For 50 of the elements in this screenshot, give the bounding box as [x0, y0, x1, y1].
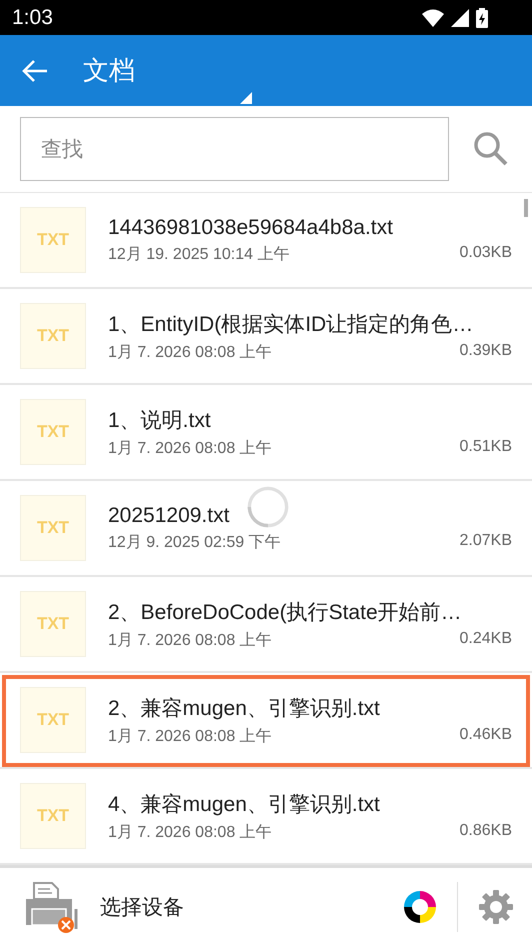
- file-row[interactable]: TXT 1、说明.txt 1月 7. 2026 08:08 上午 0.51KB: [0, 385, 532, 481]
- file-row[interactable]: TXT 14436981038e59684a4b8a.txt 12月 19. 2025 10:14 上午 0.03KB: [0, 193, 532, 289]
- txt-file-icon: TXT: [20, 399, 86, 465]
- file-date: 12月 19. 2025 10:14 上午: [108, 244, 290, 264]
- file-size: 0.39KB: [460, 342, 512, 360]
- dropdown-corner-icon[interactable]: [240, 92, 252, 104]
- file-size: 0.24KB: [460, 630, 512, 648]
- file-size: 0.03KB: [460, 244, 512, 262]
- file-name: 2、BeforeDoCode(执行State开始前…: [108, 600, 462, 626]
- txt-file-icon: TXT: [20, 591, 86, 657]
- file-row[interactable]: TXT 2、兼容mugen、引擎识别.txt 1月 7. 2026 08:08 上午 0.46KB: [0, 673, 532, 769]
- file-date: 1月 7. 2026 08:08 上午: [108, 342, 272, 362]
- file-name: 20251209.txt: [108, 504, 230, 528]
- settings-icon[interactable]: [478, 889, 514, 925]
- search-field[interactable]: 查找: [20, 117, 449, 181]
- battery-icon: [476, 8, 488, 28]
- file-name: 1、EntityID(根据实体ID让指定的角色…: [108, 312, 474, 338]
- txt-file-icon: TXT: [20, 687, 86, 753]
- file-date: 1月 7. 2026 08:08 上午: [108, 726, 272, 746]
- signal-icon: [451, 8, 469, 26]
- file-name: 14436981038e59684a4b8a.txt: [108, 216, 393, 240]
- file-size: 0.86KB: [460, 822, 512, 840]
- ink-level-icon[interactable]: [403, 890, 437, 924]
- txt-file-icon: TXT: [20, 495, 86, 561]
- file-size: 0.51KB: [460, 438, 512, 456]
- back-icon[interactable]: [21, 58, 49, 82]
- file-row[interactable]: TXT 4、兼容mugen、引擎识别.txt 1月 7. 2026 08:08 上午 0.86KB: [0, 769, 532, 865]
- printer-icon[interactable]: [24, 879, 80, 935]
- txt-file-icon: TXT: [20, 207, 86, 273]
- file-date: 1月 7. 2026 08:08 上午: [108, 438, 272, 458]
- txt-file-icon: TXT: [20, 783, 86, 849]
- select-device-label[interactable]: 选择设备: [100, 893, 403, 921]
- file-row[interactable]: TXT 20251209.txt 12月 9. 2025 02:59 下午 2.07KB: [0, 481, 532, 577]
- loading-spinner-icon: [246, 485, 290, 529]
- file-size: 0.46KB: [460, 726, 512, 744]
- file-row[interactable]: TXT 2、BeforeDoCode(执行State开始前… 1月 7. 2026 08:08 上午 0.24KB: [0, 577, 532, 673]
- wifi-icon: [422, 8, 444, 26]
- file-date: 1月 7. 2026 08:08 上午: [108, 822, 272, 842]
- status-time: 1:03: [12, 6, 53, 30]
- file-size: 2.07KB: [460, 532, 512, 550]
- search-icon[interactable]: [473, 131, 509, 167]
- file-date: 12月 9. 2025 02:59 下午: [108, 532, 281, 552]
- file-name: 4、兼容mugen、引擎识别.txt: [108, 792, 380, 818]
- file-date: 1月 7. 2026 08:08 上午: [108, 630, 272, 650]
- txt-file-icon: TXT: [20, 303, 86, 369]
- app-title: 文档: [83, 55, 135, 88]
- file-name: 1、说明.txt: [108, 408, 211, 434]
- file-name: 2、兼容mugen、引擎识别.txt: [108, 696, 380, 722]
- scrollbar: [524, 199, 528, 217]
- file-row[interactable]: TXT 1、EntityID(根据实体ID让指定的角色… 1月 7. 2026 08:08 上午 0.39KB: [0, 289, 532, 385]
